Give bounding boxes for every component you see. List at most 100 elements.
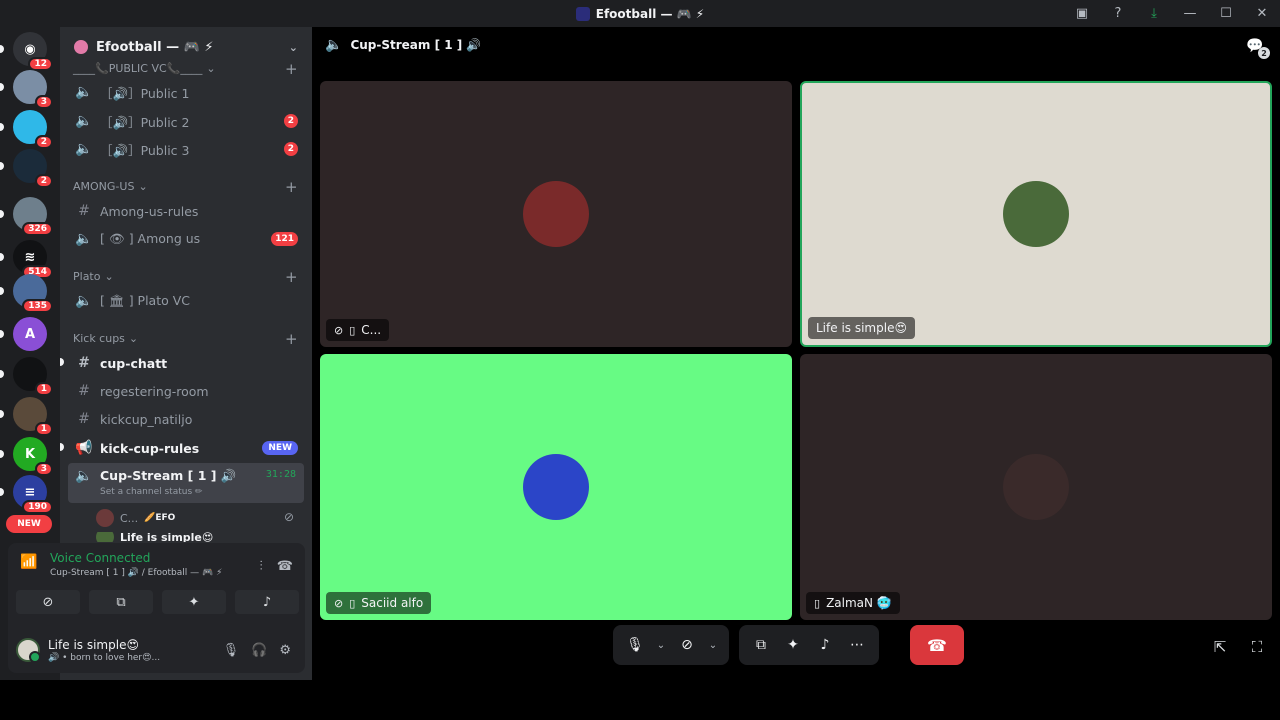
voice-call-area: 🔈 Cup-Stream [ 1 ] 🔊 💬 2 ⊘ ▯ C... Life is…	[313, 27, 1280, 680]
channel-kick-cup-rules[interactable]: 📢 kick-cup-rules NEW	[68, 435, 304, 461]
disconnect-button[interactable]: ☎	[910, 625, 964, 665]
channel-public-3[interactable]: 🔈 ［🔊］Public 3 2	[68, 136, 304, 162]
popout-icon[interactable]: ⇱	[1208, 635, 1232, 659]
new-servers-pill[interactable]: NEW	[6, 515, 52, 533]
category-plato[interactable]: Plato ⌄	[73, 270, 114, 283]
add-channel-icon[interactable]: +	[285, 60, 298, 78]
mention-badge: 2	[283, 114, 298, 128]
participant-tile-3[interactable]: ⊘ ▯ Saciid alfo	[320, 354, 792, 620]
screen-share-icon[interactable]: ⧉	[747, 631, 775, 659]
server-icon[interactable]: ≋ 514	[0, 240, 53, 279]
participant-name: Saciid alfo	[361, 596, 424, 610]
participant-tile-4[interactable]: ▯ ZalmaN 🥶	[800, 354, 1272, 620]
channel-label: cup-chatt	[100, 355, 168, 371]
server-icon[interactable]: A	[0, 317, 47, 351]
add-channel-icon[interactable]: +	[285, 268, 298, 286]
server-icon[interactable]: 3	[0, 70, 53, 109]
headphones-icon[interactable]: 🎧	[251, 643, 267, 658]
channel-public-2[interactable]: 🔈 ［🔊］Public 2 2	[68, 108, 304, 134]
unread-indicator	[0, 488, 4, 496]
category-among-us[interactable]: AMONG-US ⌄	[73, 180, 148, 193]
unread-indicator	[0, 210, 4, 218]
chevron-down-icon[interactable]: ⌄	[705, 631, 721, 659]
microphone-icon[interactable]: 🎙	[621, 631, 649, 659]
mention-badge: 2	[283, 142, 298, 156]
channel-label: ［🔊］Public 2	[100, 114, 190, 130]
participant-name-tag: ▯ ZalmaN 🥶	[806, 592, 900, 614]
camera-off-button[interactable]: ⊘	[16, 590, 80, 614]
server-icon[interactable]: K3	[0, 437, 53, 476]
server-icon[interactable]: 1	[0, 397, 53, 436]
participant-name: C...	[361, 323, 382, 337]
voice-member-1[interactable]: C... 🥖EFO	[96, 508, 175, 528]
server-icon[interactable]: 1	[0, 357, 53, 396]
window-title: Efootball — 🎮 ⚡	[575, 6, 704, 21]
category-label: ____📞PUBLIC VC📞____	[73, 62, 203, 75]
help-icon[interactable]: ?	[1100, 0, 1136, 27]
voice-connected-title: Voice Connected	[50, 551, 151, 565]
server-mention-badge: 326	[22, 222, 53, 236]
user-avatar[interactable]	[16, 638, 41, 663]
server-icon[interactable]: 2	[0, 149, 53, 188]
camera-off-icon[interactable]: ⊘	[673, 631, 701, 659]
channel-public-1[interactable]: 🔈 ［🔊］Public 1	[68, 79, 304, 105]
participant-tile-1[interactable]: ⊘ ▯ C...	[320, 81, 792, 347]
server-icon[interactable]: 326	[0, 197, 53, 236]
add-channel-icon[interactable]: +	[285, 330, 298, 348]
server-icon[interactable]: 2	[0, 110, 53, 149]
more-options-icon[interactable]: ⋯	[843, 631, 871, 659]
channel-among-us-rules[interactable]: # Among-us-rules	[68, 198, 304, 224]
guild-header[interactable]: Efootball — 🎮 ⚡ ⌄	[60, 27, 312, 67]
user-name: Life is simple😍	[48, 637, 139, 652]
download-icon[interactable]: ⤓	[1136, 0, 1172, 27]
close-icon[interactable]: ✕	[1244, 0, 1280, 27]
channel-registering-room[interactable]: # regestering-room	[68, 378, 304, 404]
activities-icon: ✦	[188, 594, 200, 610]
server-mention-badge: 12	[28, 57, 53, 71]
settings-gear-icon[interactable]: ⚙	[279, 643, 291, 658]
mobile-icon: ▯	[814, 596, 821, 610]
unread-indicator	[0, 330, 4, 338]
activities-icon[interactable]: ✦	[779, 631, 807, 659]
share-screen-button[interactable]: ⧉	[89, 590, 153, 614]
speaker-icon: 🔈	[75, 468, 93, 484]
server-icon[interactable]: ◉ 12	[0, 32, 53, 71]
minimize-icon[interactable]: —	[1172, 0, 1208, 27]
microphone-icon[interactable]: 🎙	[223, 643, 240, 658]
inbox-icon[interactable]: ▣	[1064, 0, 1100, 27]
category-label: Kick cups	[73, 332, 125, 345]
voice-connected-channel[interactable]: Cup-Stream [ 1 ] 🔊 / Efootball — 🎮 ⚡	[50, 568, 222, 578]
call-timer: 31:28	[265, 469, 296, 480]
activities-button[interactable]: ✦	[162, 590, 226, 614]
maximize-icon[interactable]: ☐	[1208, 0, 1244, 27]
channel-among-us-vc[interactable]: 🔈 [ 👁 ] Among us 121	[68, 226, 304, 252]
chevron-down-icon: ⌄	[128, 332, 139, 345]
channel-cup-stream[interactable]: 🔈 Cup-Stream [ 1 ] 🔊 31:28 Set a channel st…	[68, 463, 304, 503]
show-chat-icon[interactable]: 💬 2	[1244, 35, 1270, 59]
server-glyph: ≡	[24, 484, 36, 500]
server-glyph: A	[24, 326, 36, 342]
participant-tile-2[interactable]: Life is simple😍	[800, 81, 1272, 347]
channel-status[interactable]: Set a channel status ✏	[100, 487, 203, 497]
member-name: Life is simple😍	[120, 532, 214, 542]
soundboard-button[interactable]: ♪	[235, 590, 299, 614]
hang-up-icon: ☎	[927, 635, 947, 655]
add-channel-icon[interactable]: +	[285, 178, 298, 196]
channel-cup-chatt[interactable]: # cup-chatt	[68, 350, 304, 376]
disconnect-icon[interactable]: ☎	[277, 559, 293, 574]
server-icon[interactable]: 135	[0, 274, 53, 313]
chevron-down-icon: ⌄	[104, 270, 114, 283]
fullscreen-icon[interactable]: ⛶	[1245, 635, 1269, 659]
channel-kickcup-natiljo[interactable]: # kickcup_natiljo	[68, 406, 304, 432]
channel-plato-vc[interactable]: 🔈 [ 🏛 ] Plato VC	[68, 288, 304, 314]
soundboard-icon[interactable]: ♪	[811, 631, 839, 659]
server-icon[interactable]: ≡ 190	[0, 475, 53, 514]
category-kick-cups[interactable]: Kick cups ⌄	[73, 332, 138, 345]
category-public-vc[interactable]: ____📞PUBLIC VC📞____ ⌄	[73, 62, 216, 75]
chevron-down-icon[interactable]: ⌄	[653, 631, 669, 659]
hashtag-icon: #	[78, 411, 90, 427]
noise-suppression-icon[interactable]: ⫶	[260, 559, 263, 574]
voice-member-2[interactable]: Life is simple😍	[96, 532, 213, 542]
server-glyph: ◉	[24, 41, 36, 57]
signal-icon[interactable]: 📶	[18, 551, 40, 573]
